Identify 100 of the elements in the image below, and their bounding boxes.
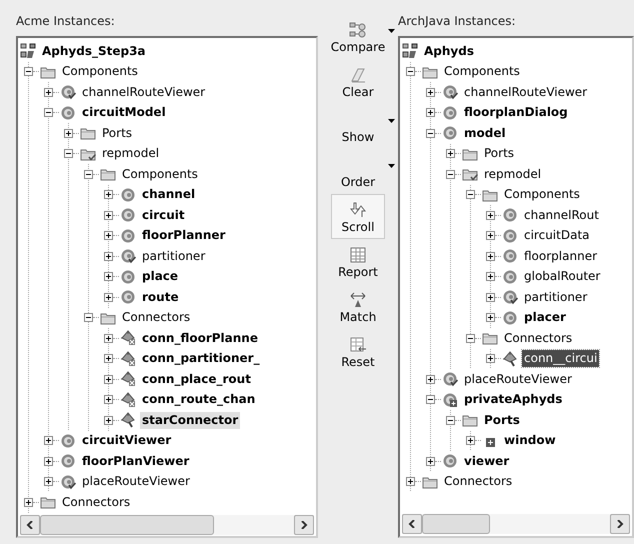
expander-icon[interactable] xyxy=(486,354,495,364)
expander-icon[interactable] xyxy=(104,210,113,220)
expander-icon[interactable] xyxy=(406,477,415,486)
expander-icon[interactable] xyxy=(104,416,113,425)
tree-item[interactable]: Components xyxy=(502,186,582,204)
expander-icon[interactable] xyxy=(104,292,113,302)
expander-icon[interactable] xyxy=(44,456,53,466)
expander-icon[interactable] xyxy=(426,108,435,118)
expander-icon[interactable] xyxy=(486,292,495,302)
expander-icon[interactable] xyxy=(466,436,475,446)
expander-icon[interactable] xyxy=(24,67,33,76)
tree-item[interactable]: route xyxy=(140,288,181,306)
scrollbar[interactable] xyxy=(20,514,314,534)
tree-item[interactable]: partitioner xyxy=(522,288,590,306)
caret-icon[interactable] xyxy=(388,29,395,33)
toolbar-button[interactable]: Show xyxy=(331,104,385,149)
toolbar-button[interactable]: Report xyxy=(331,239,385,284)
expander-icon[interactable] xyxy=(84,170,93,179)
expander-icon[interactable] xyxy=(44,436,53,446)
tree-item[interactable]: Aphyds_Step3a xyxy=(40,42,148,60)
toolbar-button[interactable]: Match xyxy=(331,284,385,329)
tree-item[interactable]: globalRouter xyxy=(522,268,602,286)
tree-item[interactable]: Connectors xyxy=(442,473,514,490)
expander-icon[interactable] xyxy=(104,354,113,364)
scroll-left-button[interactable] xyxy=(20,514,40,534)
tree-item[interactable]: Components xyxy=(60,63,140,80)
tree-item[interactable]: channelRouteViewer xyxy=(462,84,590,101)
expander-icon[interactable] xyxy=(104,272,113,282)
tree-item[interactable]: partitioner xyxy=(140,248,208,265)
tree-item[interactable]: window xyxy=(502,432,558,450)
expander-icon[interactable] xyxy=(64,149,73,158)
tree-item[interactable]: repmodel xyxy=(100,145,162,162)
expander-icon[interactable] xyxy=(426,88,435,97)
expander-icon[interactable] xyxy=(486,272,495,282)
caret-icon[interactable] xyxy=(388,164,395,168)
expander-icon[interactable] xyxy=(44,108,53,118)
expander-icon[interactable] xyxy=(406,67,415,76)
tree-item[interactable]: placeRouteViewer xyxy=(462,370,574,388)
expander-icon[interactable] xyxy=(84,313,93,322)
tree-item[interactable]: place xyxy=(140,268,180,286)
tree-item[interactable]: Ports xyxy=(100,124,134,142)
tree-item[interactable]: channelRouteViewer xyxy=(80,84,208,101)
tree-item[interactable]: circuitViewer xyxy=(80,432,174,450)
tree-item[interactable]: channelRout xyxy=(522,206,601,224)
tree-item[interactable]: Components xyxy=(120,166,200,183)
expander-icon[interactable] xyxy=(486,210,495,220)
expander-icon[interactable] xyxy=(104,334,113,343)
expander-icon[interactable] xyxy=(24,498,33,507)
expander-icon[interactable] xyxy=(44,477,53,486)
tree-item[interactable]: Connectors xyxy=(502,330,574,347)
tree-item[interactable]: floorPlanViewer xyxy=(80,452,192,470)
tree-item[interactable]: circuitModel xyxy=(80,104,168,122)
expander-icon[interactable] xyxy=(446,149,455,158)
expander-icon[interactable] xyxy=(104,231,113,240)
tree-item[interactable]: repmodel xyxy=(482,166,544,183)
toolbar-button[interactable]: Order xyxy=(331,149,385,194)
expander-icon[interactable] xyxy=(486,231,495,240)
tree-item[interactable]: channel xyxy=(140,186,198,204)
tree-item[interactable]: starConnector xyxy=(140,412,240,429)
expander-icon[interactable] xyxy=(104,252,113,261)
tree-item[interactable]: floorplanDialog xyxy=(462,104,570,122)
toolbar-button[interactable]: Clear xyxy=(331,59,385,104)
expander-icon[interactable] xyxy=(446,416,455,425)
expander-icon[interactable] xyxy=(466,190,475,200)
tree-item[interactable]: conn_route_chan xyxy=(140,391,258,408)
tree-item[interactable]: floorPlanner xyxy=(140,227,228,244)
tree-item[interactable]: privateAphyds xyxy=(462,391,564,408)
expander-icon[interactable] xyxy=(64,128,73,138)
scroll-thumb[interactable] xyxy=(422,514,490,534)
expander-icon[interactable] xyxy=(104,190,113,200)
scroll-right-button[interactable] xyxy=(610,514,630,534)
expander-icon[interactable] xyxy=(426,395,435,404)
tree-item[interactable]: Ports xyxy=(482,145,516,162)
tree-item[interactable]: conn__circui xyxy=(522,350,600,368)
scrollbar[interactable] xyxy=(402,514,630,534)
tree-item[interactable]: viewer xyxy=(462,452,512,470)
tree-item[interactable]: conn_partitioner_ xyxy=(140,350,262,368)
toolbar-button[interactable]: Reset xyxy=(331,329,385,374)
expander-icon[interactable] xyxy=(426,128,435,138)
scroll-thumb[interactable] xyxy=(40,514,214,534)
tree-item[interactable]: Components xyxy=(442,63,522,80)
toolbar-button[interactable]: Compare xyxy=(331,14,385,59)
scroll-left-button[interactable] xyxy=(402,514,422,534)
scroll-right-button[interactable] xyxy=(294,514,314,534)
tree-item[interactable]: Ports xyxy=(482,412,522,429)
expander-icon[interactable] xyxy=(486,313,495,322)
expander-icon[interactable] xyxy=(44,88,53,97)
tree-item[interactable]: Connectors xyxy=(120,309,192,326)
expander-icon[interactable] xyxy=(446,170,455,179)
tree-item[interactable]: conn_floorPlanne xyxy=(140,330,260,347)
tree-item[interactable]: model xyxy=(462,124,508,142)
tree-item[interactable]: circuit xyxy=(140,206,187,224)
expander-icon[interactable] xyxy=(104,374,113,384)
tree-item[interactable]: circuitData xyxy=(522,227,592,244)
tree-item[interactable]: Connectors xyxy=(60,494,132,511)
expander-icon[interactable] xyxy=(104,395,113,404)
tree-item[interactable]: Aphyds xyxy=(422,42,476,60)
expander-icon[interactable] xyxy=(426,456,435,466)
expander-icon[interactable] xyxy=(486,252,495,261)
toolbar-button[interactable]: Scroll xyxy=(331,194,385,239)
